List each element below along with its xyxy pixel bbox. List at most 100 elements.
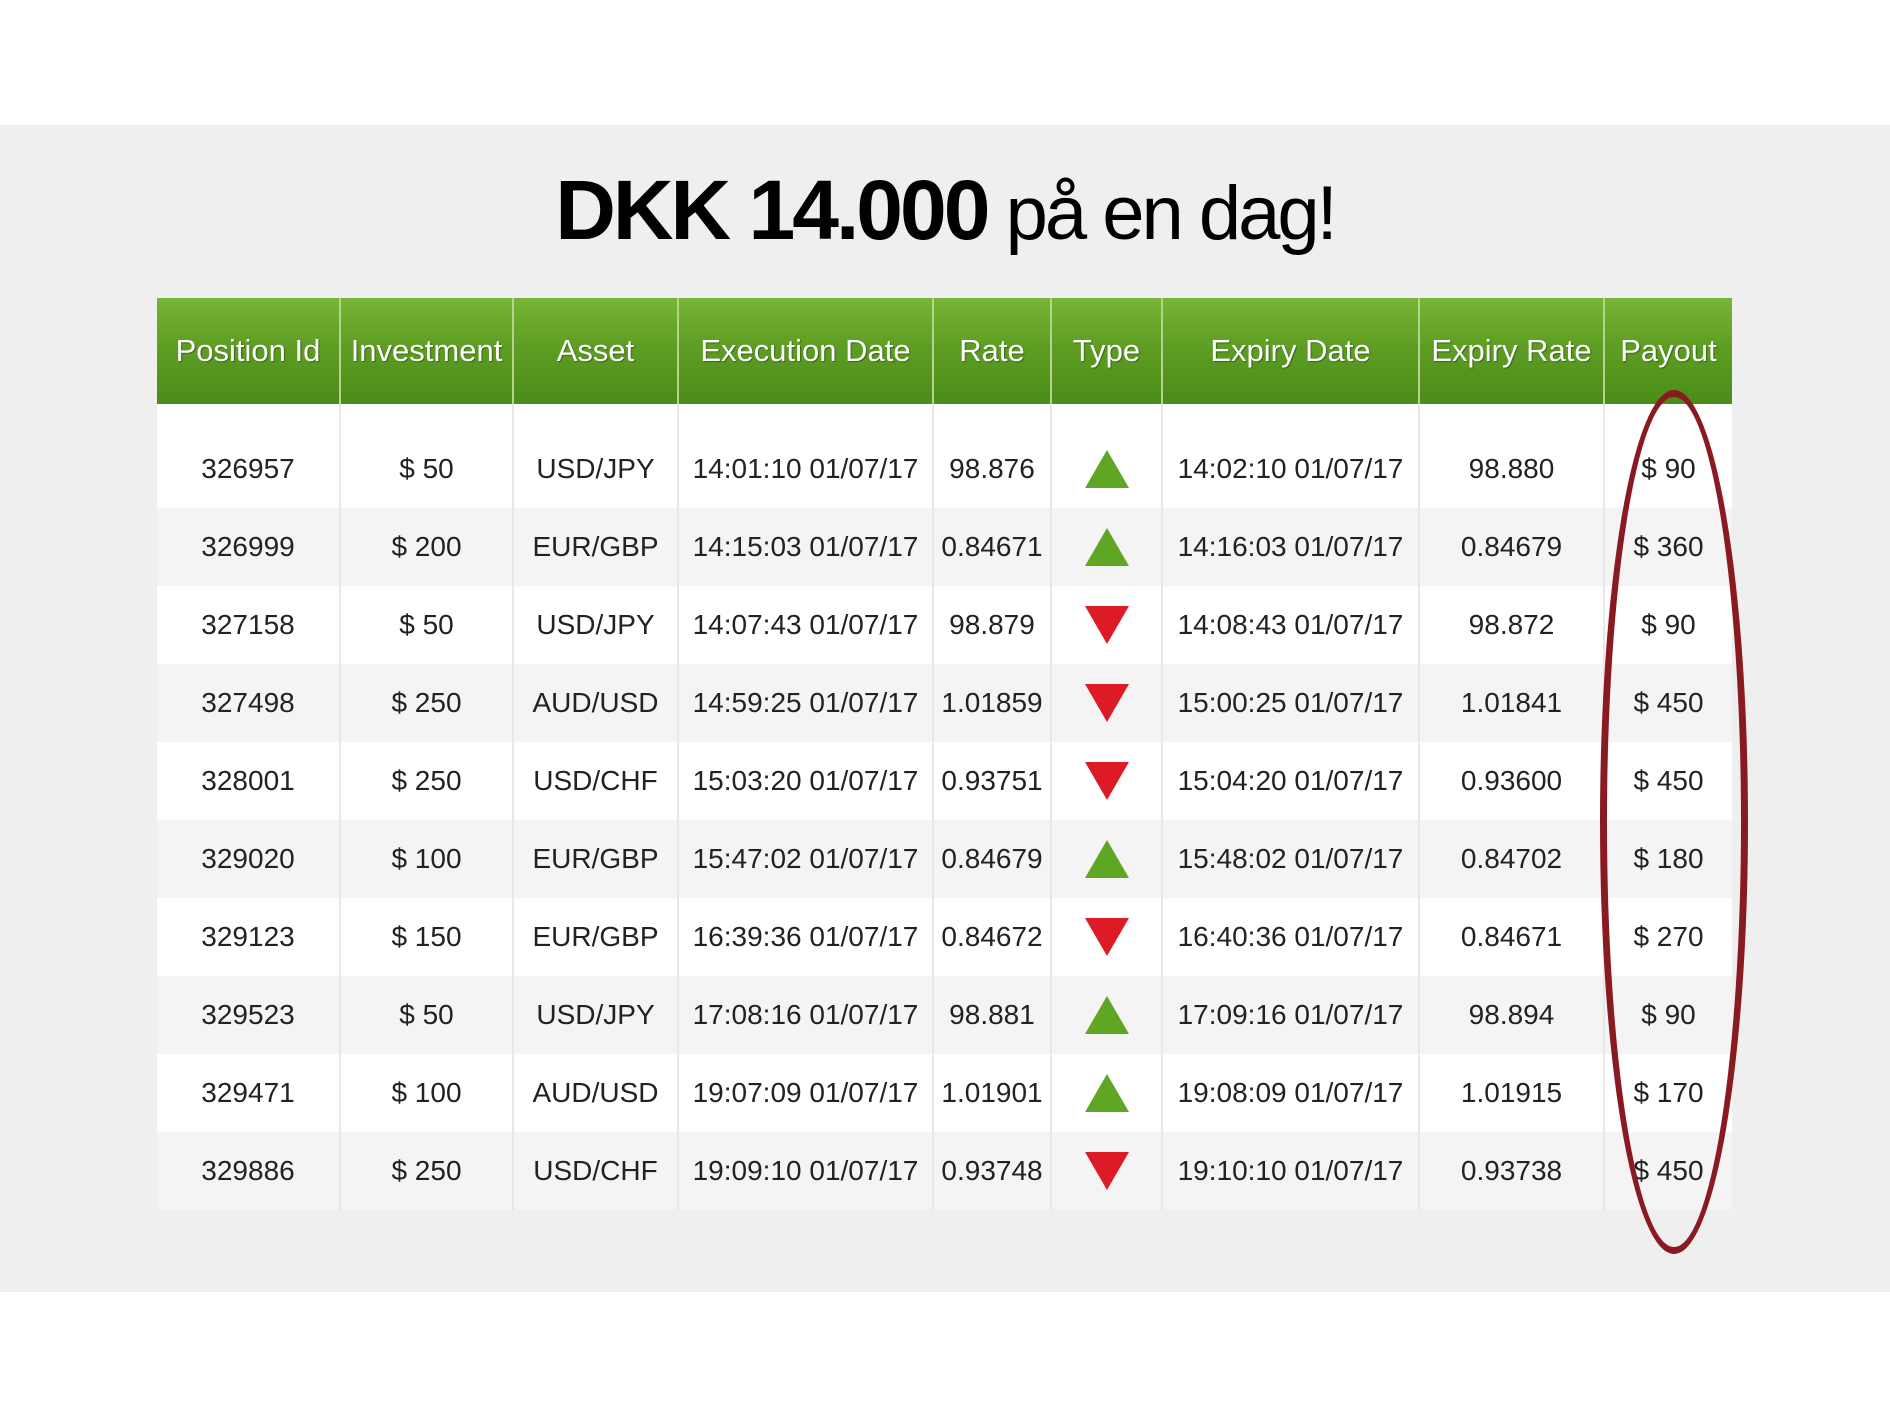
cell-position-id-text: 329523	[201, 999, 295, 1030]
cell-asset: AUD/USD	[512, 664, 678, 742]
cell-position-id: 329123	[157, 898, 340, 976]
cell-payout: $ 450	[1603, 742, 1732, 820]
cell-position-id: 329523	[157, 976, 340, 1054]
cell-rate-text: 98.879	[949, 609, 1035, 640]
column-header-payout[interactable]: Payout	[1603, 298, 1732, 404]
cell-expiry-date-text: 15:00:25 01/07/17	[1177, 687, 1404, 718]
table-row[interactable]: 329123 $ 150 EUR/GBP 16:39:36 01/07/17 0.846…	[157, 898, 1732, 976]
cell-payout-text: $ 90	[1641, 453, 1696, 484]
cell-payout-text: $ 170	[1633, 1077, 1704, 1108]
cell-position-id-text: 329471	[201, 1077, 295, 1108]
cell-expiry-date-text: 14:02:10 01/07/17	[1177, 453, 1404, 484]
table-row[interactable]: 329471 $ 100 AUD/USD 19:07:09 01/07/17 1.019…	[157, 1054, 1732, 1132]
cell-position-id-text: 327158	[201, 609, 295, 640]
cell-asset: USD/JPY	[512, 586, 678, 664]
cell-position-id-text: 326957	[201, 453, 295, 484]
cell-expiry-date-text: 14:16:03 01/07/17	[1177, 531, 1404, 562]
cell-investment: $ 150	[339, 898, 513, 976]
column-header-investment[interactable]: Investment	[339, 298, 513, 404]
table-row[interactable]: 327498 $ 250 AUD/USD 14:59:25 01/07/17 1.018…	[157, 664, 1732, 742]
cell-payout-text: $ 90	[1641, 999, 1696, 1030]
cell-expiry-date: 17:09:16 01/07/17	[1161, 976, 1419, 1054]
column-header-expiry-rate[interactable]: Expiry Rate	[1418, 298, 1604, 404]
cell-position-id: 329471	[157, 1054, 340, 1132]
cell-expiry-rate-text: 98.894	[1468, 999, 1555, 1030]
cell-execution-date-text: 14:15:03 01/07/17	[692, 531, 919, 562]
table-row[interactable]: 329020 $ 100 EUR/GBP 15:47:02 01/07/17 0.846…	[157, 820, 1732, 898]
triangle-down-icon	[1084, 918, 1129, 956]
table-row[interactable]: 329886 $ 250 USD/CHF 19:09:10 01/07/17 0.937…	[157, 1132, 1732, 1210]
cell-execution-date: 17:08:16 01/07/17	[677, 976, 933, 1054]
cell-position-id: 328001	[157, 742, 340, 820]
cell-expiry-date-text: 17:09:16 01/07/17	[1177, 999, 1404, 1030]
table-body: 326957 $ 50 USD/JPY 14:01:10 01/07/17 98.876…	[157, 404, 1732, 1210]
cell-type	[1050, 508, 1162, 586]
positions-table: Position Id Investment Asset Execution D…	[157, 298, 1732, 1210]
cell-payout-text: $ 180	[1633, 843, 1704, 874]
cell-rate: 0.93748	[932, 1132, 1051, 1210]
cell-expiry-rate: 1.01841	[1418, 664, 1604, 742]
cell-rate: 98.876	[932, 404, 1051, 508]
cell-execution-date-text: 14:59:25 01/07/17	[692, 687, 919, 718]
cell-type	[1050, 404, 1162, 508]
cell-payout: $ 90	[1603, 404, 1732, 508]
cell-expiry-date-text: 14:08:43 01/07/17	[1177, 609, 1404, 640]
cell-expiry-rate: 0.84679	[1418, 508, 1604, 586]
cell-execution-date: 15:03:20 01/07/17	[677, 742, 933, 820]
cell-expiry-date-text: 15:48:02 01/07/17	[1177, 843, 1404, 874]
cell-payout: $ 170	[1603, 1054, 1732, 1132]
cell-asset: EUR/GBP	[512, 508, 678, 586]
cell-execution-date: 14:07:43 01/07/17	[677, 586, 933, 664]
column-header-type[interactable]: Type	[1050, 298, 1162, 404]
cell-expiry-rate: 0.84702	[1418, 820, 1604, 898]
cell-expiry-rate-text: 0.93738	[1460, 1155, 1563, 1186]
table-row[interactable]: 326957 $ 50 USD/JPY 14:01:10 01/07/17 98.876…	[157, 404, 1732, 508]
cell-expiry-rate-text: 0.84679	[1460, 531, 1563, 562]
headline-amount: DKK 14.000	[555, 163, 990, 257]
cell-payout: $ 450	[1603, 664, 1732, 742]
cell-investment-text: $ 250	[391, 687, 462, 718]
cell-position-id: 326957	[157, 404, 340, 508]
cell-type	[1050, 976, 1162, 1054]
cell-investment-text: $ 50	[399, 609, 454, 640]
table-row[interactable]: 327158 $ 50 USD/JPY 14:07:43 01/07/17 98.879…	[157, 586, 1732, 664]
cell-investment: $ 100	[339, 1054, 513, 1132]
cell-asset-text: USD/CHF	[533, 765, 658, 796]
cell-execution-date: 14:15:03 01/07/17	[677, 508, 933, 586]
cell-asset: USD/CHF	[512, 742, 678, 820]
cell-investment-text: $ 100	[391, 843, 462, 874]
cell-execution-date-text: 14:01:10 01/07/17	[692, 453, 919, 484]
cell-rate: 0.84671	[932, 508, 1051, 586]
cell-rate-text: 0.84671	[941, 531, 1043, 562]
cell-rate-text: 98.876	[949, 453, 1035, 484]
cell-rate: 0.84672	[932, 898, 1051, 976]
cell-expiry-date: 15:48:02 01/07/17	[1161, 820, 1419, 898]
cell-position-id: 326999	[157, 508, 340, 586]
column-header-rate[interactable]: Rate	[932, 298, 1051, 404]
cell-position-id: 327158	[157, 586, 340, 664]
cell-payout: $ 90	[1603, 976, 1732, 1054]
cell-investment-text: $ 50	[399, 999, 454, 1030]
column-header-asset[interactable]: Asset	[512, 298, 678, 404]
table-row[interactable]: 329523 $ 50 USD/JPY 17:08:16 01/07/17 98.881…	[157, 976, 1732, 1054]
cell-execution-date-text: 19:09:10 01/07/17	[692, 1155, 919, 1186]
cell-rate-text: 0.84679	[941, 843, 1043, 874]
table-row[interactable]: 328001 $ 250 USD/CHF 15:03:20 01/07/17 0.937…	[157, 742, 1732, 820]
cell-rate-text: 0.93751	[941, 765, 1043, 796]
column-header-position-id[interactable]: Position Id	[157, 298, 340, 404]
table-header-row: Position Id Investment Asset Execution D…	[157, 298, 1732, 404]
cell-expiry-date-text: 16:40:36 01/07/17	[1177, 921, 1404, 952]
cell-asset-text: EUR/GBP	[532, 843, 659, 874]
table-row[interactable]: 326999 $ 200 EUR/GBP 14:15:03 01/07/17 0.846…	[157, 508, 1732, 586]
cell-asset: USD/JPY	[512, 404, 678, 508]
cell-type	[1050, 1054, 1162, 1132]
column-header-expiry-date[interactable]: Expiry Date	[1161, 298, 1419, 404]
column-header-execution-date[interactable]: Execution Date	[677, 298, 933, 404]
cell-expiry-rate-text: 0.84702	[1460, 843, 1563, 874]
cell-investment: $ 200	[339, 508, 513, 586]
cell-asset: USD/CHF	[512, 1132, 678, 1210]
cell-asset-text: EUR/GBP	[532, 921, 659, 952]
cell-asset-text: USD/JPY	[536, 609, 655, 640]
cell-expiry-date: 15:04:20 01/07/17	[1161, 742, 1419, 820]
cell-investment: $ 250	[339, 664, 513, 742]
